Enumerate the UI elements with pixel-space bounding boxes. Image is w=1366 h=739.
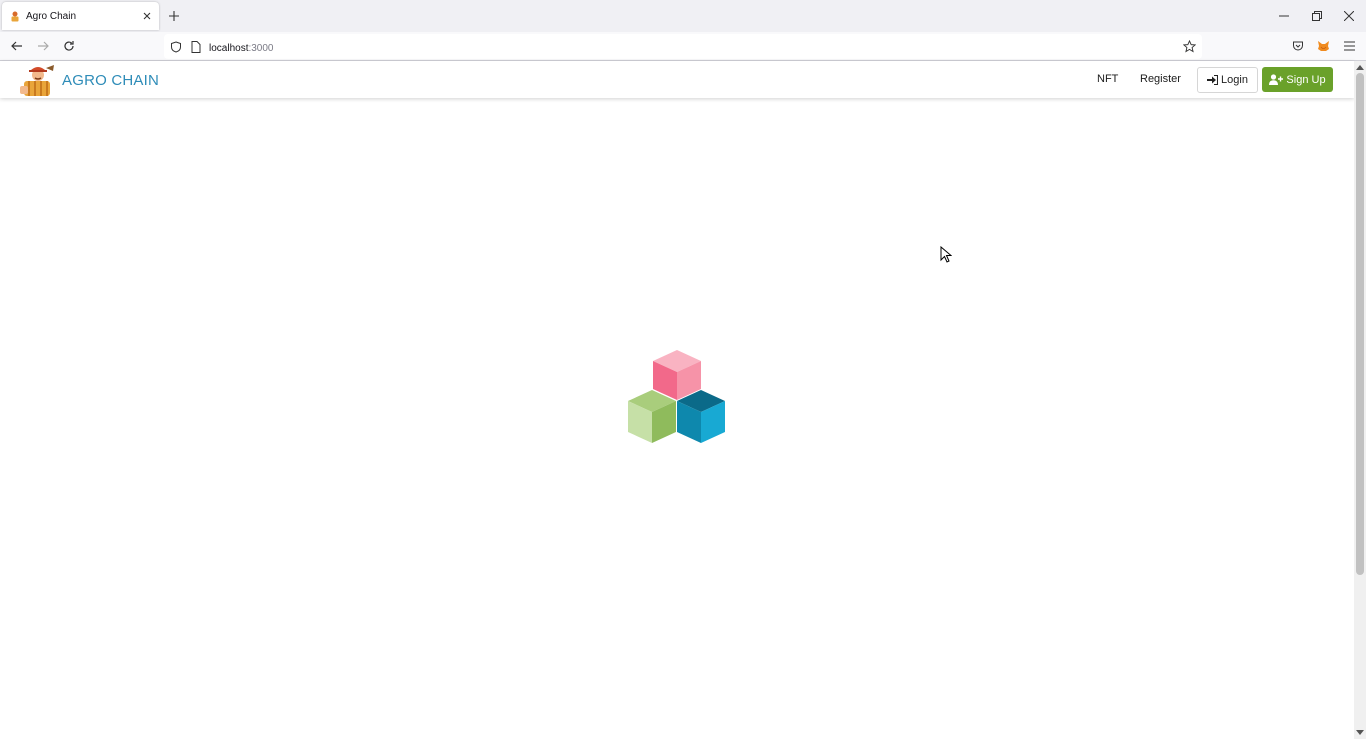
minimize-icon[interactable] xyxy=(1276,8,1292,24)
shield-icon[interactable] xyxy=(170,40,182,53)
brand[interactable]: AGRO CHAIN xyxy=(20,64,159,96)
browser-tabstrip: Agro Chain xyxy=(0,0,1366,32)
page-viewport: AGRO CHAIN NFT Register Login Sign Up xyxy=(0,61,1354,739)
brand-name: AGRO CHAIN xyxy=(62,71,160,89)
login-button[interactable]: Login xyxy=(1197,67,1258,93)
signup-label: Sign Up xyxy=(1286,73,1326,86)
sign-in-icon xyxy=(1207,75,1219,85)
browser-toolbar: localhost:3000 xyxy=(0,32,1366,61)
nav-link-nft[interactable]: NFT xyxy=(1097,73,1118,85)
star-icon[interactable] xyxy=(1183,40,1196,53)
back-icon[interactable] xyxy=(9,38,25,54)
scroll-thumb[interactable] xyxy=(1356,73,1364,575)
menu-icon[interactable] xyxy=(1341,38,1357,54)
farmer-logo-icon xyxy=(20,65,54,96)
login-label: Login xyxy=(1221,74,1248,86)
reload-icon[interactable] xyxy=(61,38,77,54)
browser-tab-active[interactable]: Agro Chain xyxy=(2,2,159,30)
close-tab-icon[interactable] xyxy=(139,8,155,24)
pocket-icon[interactable] xyxy=(1290,38,1306,54)
new-tab-icon[interactable] xyxy=(166,8,182,24)
url-port: :3000 xyxy=(248,42,274,54)
tab-title: Agro Chain xyxy=(26,10,77,22)
restore-icon[interactable] xyxy=(1309,8,1325,24)
loading-cubes-icon xyxy=(628,350,725,443)
forward-icon[interactable] xyxy=(35,38,51,54)
app-navbar: AGRO CHAIN NFT Register Login Sign Up xyxy=(0,61,1354,98)
user-plus-icon xyxy=(1269,74,1284,85)
metamask-fox-icon[interactable] xyxy=(1315,38,1331,54)
page-icon[interactable] xyxy=(191,40,201,53)
mouse-cursor-icon xyxy=(940,246,952,263)
url-text: localhost:3000 xyxy=(209,38,274,56)
page-scrollbar[interactable] xyxy=(1354,61,1366,739)
url-bar[interactable]: localhost:3000 xyxy=(164,34,1202,59)
close-window-icon[interactable] xyxy=(1341,8,1357,24)
scroll-down-icon[interactable] xyxy=(1356,729,1364,737)
signup-button[interactable]: Sign Up xyxy=(1262,67,1333,92)
url-host: localhost xyxy=(209,42,249,54)
farmer-favicon-icon xyxy=(8,9,22,23)
scroll-up-icon[interactable] xyxy=(1356,63,1364,71)
nav-link-register[interactable]: Register xyxy=(1140,73,1181,85)
